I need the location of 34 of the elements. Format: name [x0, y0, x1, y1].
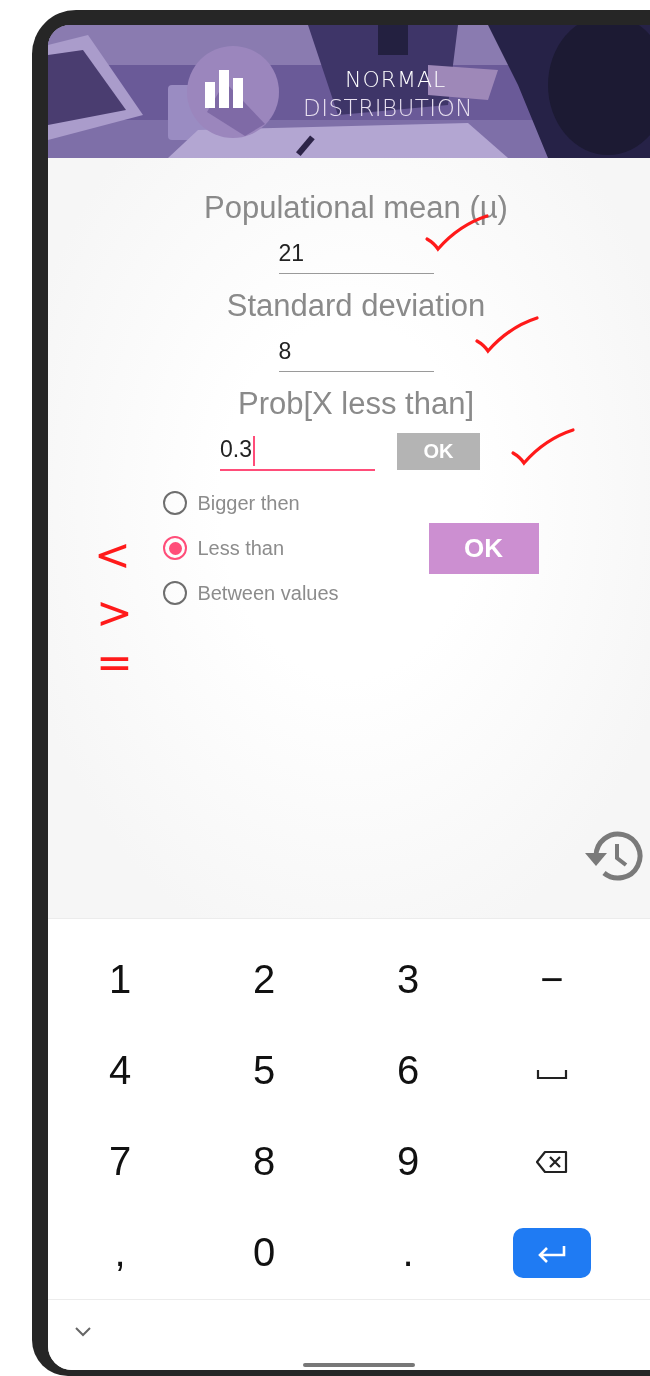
keyboard-key[interactable]: 0 — [252, 1228, 276, 1276]
radio-button[interactable] — [163, 491, 188, 515]
chevron-down-icon[interactable] — [74, 1326, 92, 1338]
keyboard-key[interactable]: − — [540, 955, 564, 1003]
app-title: DISTRIBUTION — [303, 93, 473, 122]
field-label: Prob[X less than] — [237, 385, 475, 423]
radio-button[interactable] — [163, 581, 188, 605]
keyboard-key[interactable]: . — [402, 1228, 414, 1276]
input-field[interactable]: 21 — [278, 236, 434, 274]
check-mark-icon — [510, 427, 576, 467]
keyboard-key[interactable]: 3 — [396, 955, 420, 1003]
keyboard-key[interactable]: 2 — [252, 955, 276, 1003]
option-label: Bigger then — [197, 491, 300, 515]
enter-key[interactable] — [513, 1228, 591, 1278]
input-field[interactable]: 8 — [278, 334, 434, 372]
field-label: Standard deviation — [226, 287, 486, 325]
keyboard-key[interactable]: 9 — [396, 1137, 420, 1185]
keyboard-key[interactable]: 5 — [252, 1046, 276, 1094]
handwritten-symbol: = — [96, 643, 133, 683]
option-label: Less than — [197, 536, 285, 560]
handwritten-symbol: > — [96, 593, 133, 633]
keyboard-key[interactable]: 8 — [252, 1137, 276, 1185]
radio-button[interactable] — [163, 536, 188, 560]
app-title: NORMAL — [345, 65, 447, 94]
check-mark-icon — [474, 315, 540, 355]
logo-icon — [185, 43, 281, 140]
keyboard-key[interactable]: , — [114, 1228, 126, 1276]
keyboard-key[interactable]: 6 — [396, 1046, 420, 1094]
option-label: Between values — [197, 581, 339, 605]
keyboard-key[interactable]: 7 — [108, 1137, 132, 1185]
enter-icon — [536, 1243, 568, 1263]
handwritten-symbol: < — [94, 535, 131, 575]
keyboard-key[interactable]: 4 — [108, 1046, 132, 1094]
keyboard-key[interactable]: 1 — [108, 955, 132, 1003]
